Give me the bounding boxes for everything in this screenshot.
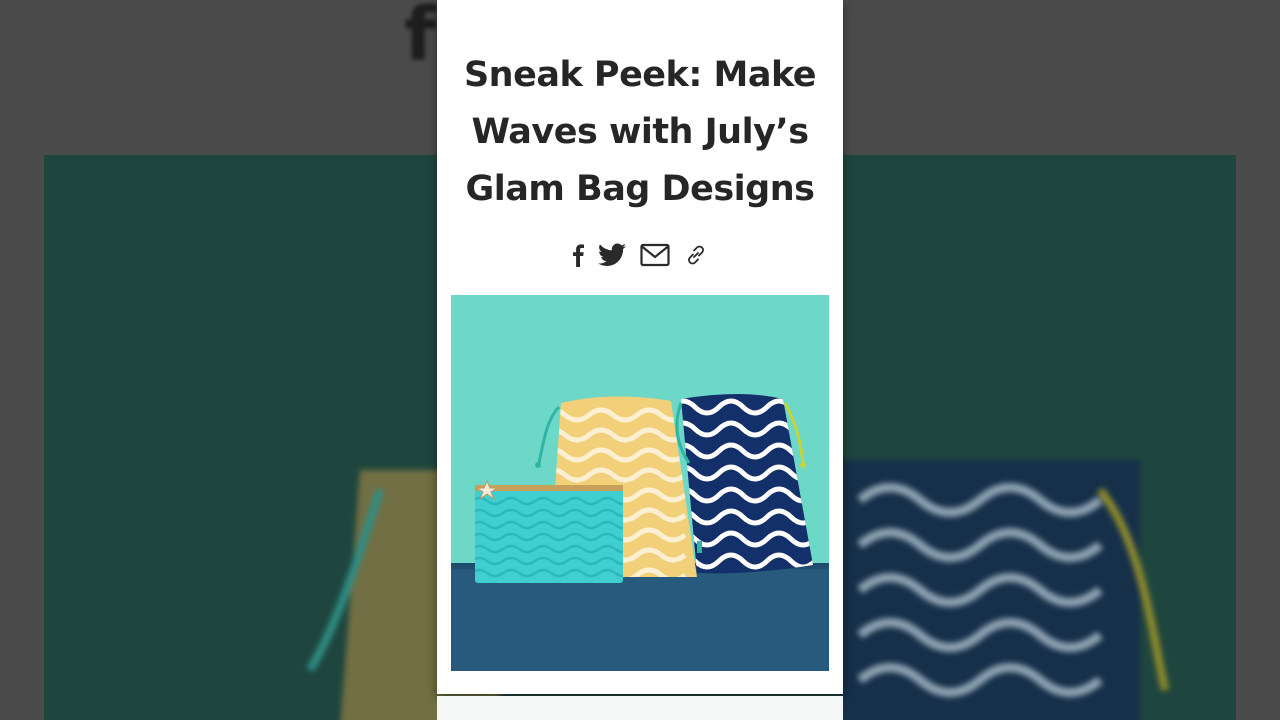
background-facebook-letter: f	[404, 0, 437, 78]
teal-textured-pouch	[475, 479, 623, 583]
background-navy-bag	[840, 460, 1169, 720]
article-card: Sneak Peek: Make Waves with July’s Glam …	[437, 0, 843, 694]
facebook-share-button[interactable]	[572, 240, 584, 270]
article-title: Sneak Peek: Make Waves with July’s Glam …	[463, 55, 817, 209]
facebook-icon	[573, 244, 584, 267]
email-share-button[interactable]	[640, 240, 670, 270]
share-bar	[437, 238, 843, 272]
link-icon	[688, 245, 704, 265]
twitter-icon	[598, 243, 626, 266]
glam-bags-photo	[451, 295, 829, 671]
copy-link-button[interactable]	[684, 240, 708, 270]
hero-image	[451, 295, 829, 671]
email-icon	[640, 243, 670, 267]
twitter-share-button[interactable]	[598, 240, 626, 270]
next-card-edge	[437, 696, 843, 720]
